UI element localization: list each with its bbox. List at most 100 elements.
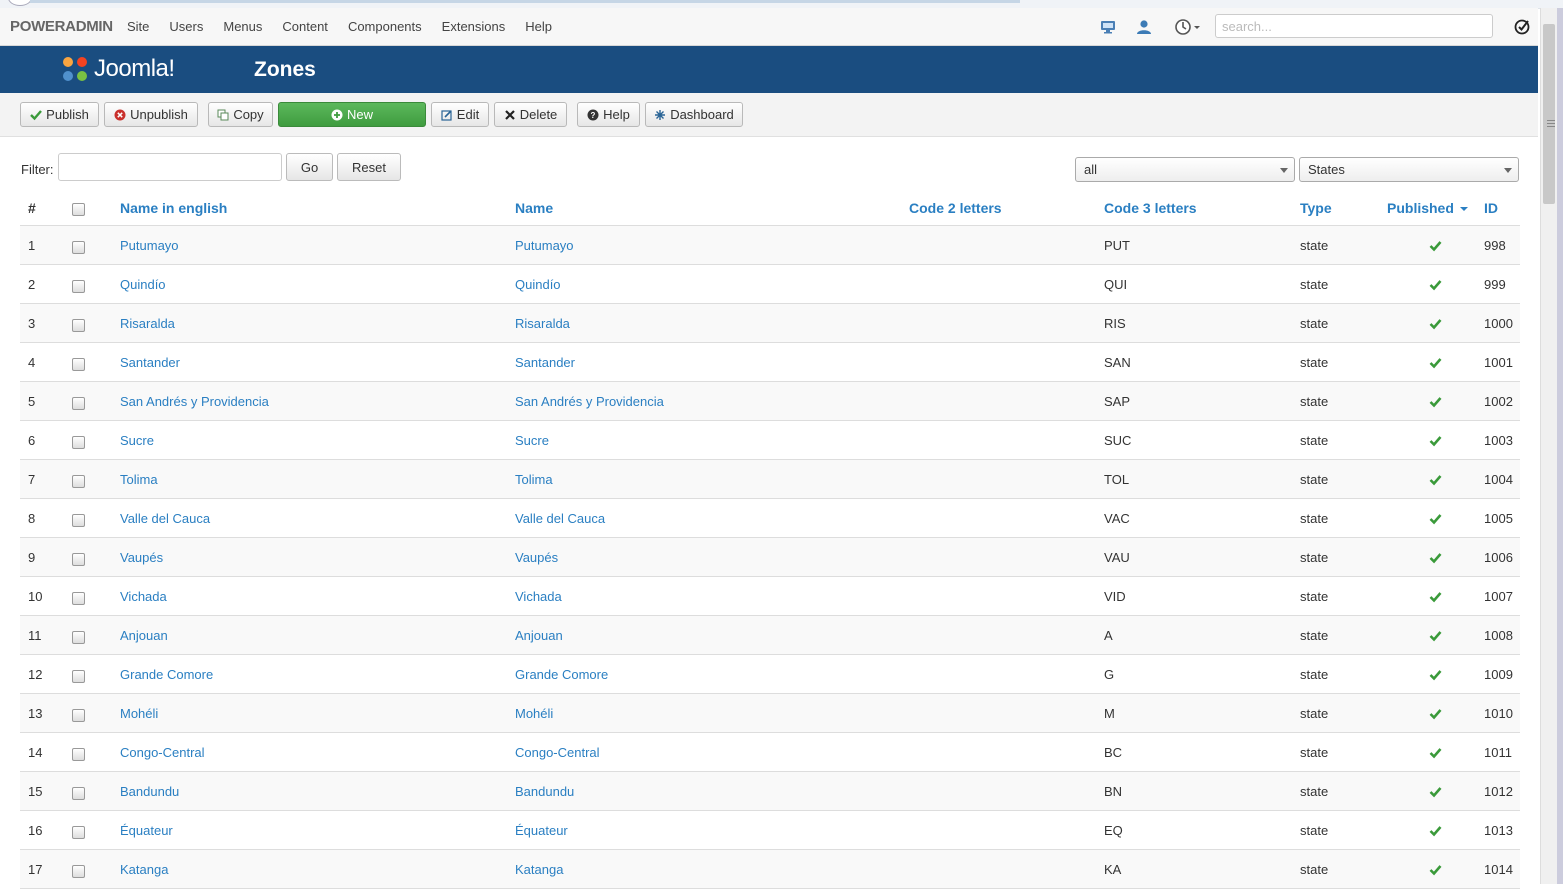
check-icon[interactable] <box>1429 395 1442 408</box>
name-english-link[interactable]: Mohéli <box>120 706 158 721</box>
row-checkbox[interactable] <box>72 825 85 839</box>
name-english-link[interactable]: Anjouan <box>120 628 168 643</box>
col-name[interactable]: Name <box>515 190 909 226</box>
check-icon[interactable] <box>1429 668 1442 681</box>
help-button[interactable]: ? Help <box>577 102 640 127</box>
published-cell[interactable] <box>1387 342 1484 382</box>
name-link[interactable]: Mohéli <box>515 706 553 721</box>
name-english-link[interactable]: Sucre <box>120 433 154 448</box>
published-cell[interactable] <box>1387 420 1484 460</box>
check-icon[interactable] <box>1429 590 1442 603</box>
check-icon[interactable] <box>1429 629 1442 642</box>
name-english-link[interactable]: Bandundu <box>120 784 179 799</box>
published-cell[interactable] <box>1387 264 1484 304</box>
name-link[interactable]: Vaupés <box>515 550 558 565</box>
col-id[interactable]: ID <box>1484 190 1520 226</box>
check-icon[interactable] <box>1429 746 1442 759</box>
name-link[interactable]: Anjouan <box>515 628 563 643</box>
brand[interactable]: POWERADMIN <box>10 18 113 35</box>
published-filter-select[interactable]: all <box>1075 157 1295 182</box>
menu-menus[interactable]: Menus <box>213 8 272 45</box>
row-checkbox[interactable] <box>72 396 85 410</box>
name-link[interactable]: Grande Comore <box>515 667 608 682</box>
check-icon[interactable] <box>1429 278 1442 291</box>
published-cell[interactable] <box>1387 615 1484 655</box>
col-code2[interactable]: Code 2 letters <box>909 190 1104 226</box>
published-cell[interactable] <box>1387 537 1484 577</box>
check-icon[interactable] <box>1429 356 1442 369</box>
row-checkbox[interactable] <box>72 474 85 488</box>
type-filter-select[interactable]: States <box>1299 157 1519 182</box>
name-english-link[interactable]: Katanga <box>120 862 168 877</box>
name-link[interactable]: San Andrés y Providencia <box>515 394 664 409</box>
name-english-link[interactable]: Valle del Cauca <box>120 511 210 526</box>
scrollbar[interactable] <box>1540 8 1558 884</box>
row-checkbox[interactable] <box>72 747 85 761</box>
menu-site[interactable]: Site <box>117 8 159 45</box>
unpublish-button[interactable]: Unpublish <box>104 102 198 127</box>
publish-button[interactable]: Publish <box>20 102 99 127</box>
menu-components[interactable]: Components <box>338 8 432 45</box>
menu-content[interactable]: Content <box>272 8 338 45</box>
select-all-checkbox[interactable] <box>72 203 85 217</box>
delete-button[interactable]: Delete <box>494 102 567 127</box>
published-cell[interactable] <box>1387 459 1484 499</box>
edit-button[interactable]: Edit <box>431 102 489 127</box>
filter-input[interactable] <box>58 153 282 181</box>
col-published[interactable]: Published <box>1387 190 1484 226</box>
published-cell[interactable] <box>1387 381 1484 421</box>
name-link[interactable]: Congo-Central <box>515 745 600 760</box>
name-english-link[interactable]: San Andrés y Providencia <box>120 394 269 409</box>
row-checkbox[interactable] <box>72 318 85 332</box>
published-cell[interactable] <box>1387 849 1484 889</box>
published-cell[interactable] <box>1387 771 1484 811</box>
name-link[interactable]: Risaralda <box>515 316 570 331</box>
published-cell[interactable] <box>1387 810 1484 850</box>
published-cell[interactable] <box>1387 498 1484 538</box>
name-link[interactable]: Équateur <box>515 823 568 838</box>
name-link[interactable]: Valle del Cauca <box>515 511 605 526</box>
name-english-link[interactable]: Équateur <box>120 823 173 838</box>
name-link[interactable]: Katanga <box>515 862 563 877</box>
check-icon[interactable] <box>1429 707 1442 720</box>
row-checkbox[interactable] <box>72 435 85 449</box>
name-english-link[interactable]: Quindío <box>120 277 166 292</box>
name-link[interactable]: Putumayo <box>515 238 574 253</box>
menu-help[interactable]: Help <box>515 8 562 45</box>
check-icon[interactable] <box>1429 317 1442 330</box>
row-checkbox[interactable] <box>72 864 85 878</box>
row-checkbox[interactable] <box>72 357 85 371</box>
check-icon[interactable] <box>1429 785 1442 798</box>
monitor-icon[interactable] <box>1099 18 1117 36</box>
published-cell[interactable] <box>1387 732 1484 772</box>
name-english-link[interactable]: Santander <box>120 355 180 370</box>
clock-dropdown-icon[interactable] <box>1174 18 1200 36</box>
go-button[interactable]: Go <box>286 153 333 181</box>
new-button[interactable]: New <box>278 102 426 127</box>
name-english-link[interactable]: Grande Comore <box>120 667 213 682</box>
row-checkbox[interactable] <box>72 240 85 254</box>
check-icon[interactable] <box>1429 551 1442 564</box>
status-check-icon[interactable] <box>1513 18 1531 36</box>
col-code3[interactable]: Code 3 letters <box>1104 190 1300 226</box>
col-name-english[interactable]: Name in english <box>120 190 515 226</box>
name-english-link[interactable]: Tolima <box>120 472 158 487</box>
row-checkbox[interactable] <box>72 630 85 644</box>
published-cell[interactable] <box>1387 654 1484 694</box>
check-icon[interactable] <box>1429 473 1442 486</box>
dashboard-button[interactable]: Dashboard <box>645 102 743 127</box>
published-cell[interactable] <box>1387 303 1484 343</box>
reset-button[interactable]: Reset <box>337 153 401 181</box>
menu-extensions[interactable]: Extensions <box>432 8 516 45</box>
check-icon[interactable] <box>1429 824 1442 837</box>
name-english-link[interactable]: Putumayo <box>120 238 179 253</box>
menu-users[interactable]: Users <box>159 8 213 45</box>
check-icon[interactable] <box>1429 239 1442 252</box>
search-input[interactable] <box>1215 14 1493 38</box>
name-english-link[interactable]: Vichada <box>120 589 167 604</box>
row-checkbox[interactable] <box>72 279 85 293</box>
name-link[interactable]: Tolima <box>515 472 553 487</box>
check-icon[interactable] <box>1429 434 1442 447</box>
check-icon[interactable] <box>1429 512 1442 525</box>
name-link[interactable]: Santander <box>515 355 575 370</box>
